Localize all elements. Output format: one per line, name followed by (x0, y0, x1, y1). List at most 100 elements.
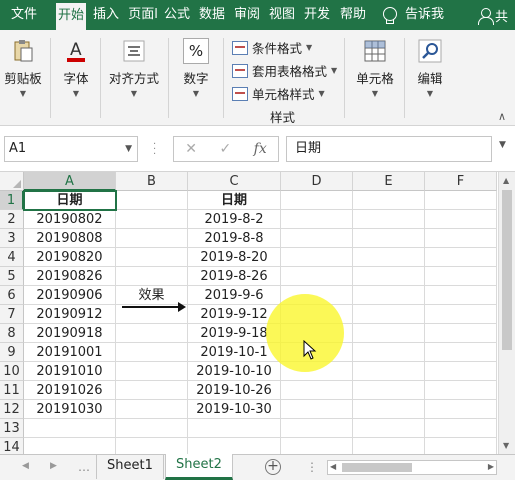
next-sheet-icon[interactable]: ▶ (50, 461, 57, 471)
cell-a1[interactable]: 日期 (23, 190, 117, 211)
conditional-format-button[interactable]: 条件格式 ▼ (232, 36, 337, 59)
cancel-icon[interactable]: ✕ (185, 141, 197, 157)
cell-a14[interactable] (24, 438, 116, 454)
share-button[interactable]: 共 (478, 0, 508, 30)
cell-c4[interactable]: 2019-8-20 (188, 248, 281, 267)
column-header-b[interactable]: B (116, 172, 188, 191)
tab-developer[interactable]: 开发 (301, 0, 333, 30)
cell-e13[interactable] (353, 419, 425, 438)
cell-a7[interactable]: 20190912 (24, 305, 116, 324)
row-header-4[interactable]: 4 (0, 248, 24, 267)
cell-e7[interactable] (353, 305, 425, 324)
horizontal-scroll-thumb[interactable] (342, 463, 412, 472)
cell-c3[interactable]: 2019-8-8 (188, 229, 281, 248)
more-sheets-icon[interactable]: … (78, 460, 90, 474)
cell-d14[interactable] (281, 438, 353, 454)
cell-e3[interactable] (353, 229, 425, 248)
row-header-2[interactable]: 2 (0, 210, 24, 229)
collapse-ribbon-icon[interactable]: ∧ (498, 110, 506, 123)
column-header-e[interactable]: E (353, 172, 425, 191)
tab-file[interactable]: 文件 (4, 0, 44, 30)
cell-c9[interactable]: 2019-10-1 (188, 343, 281, 362)
cell-e9[interactable] (353, 343, 425, 362)
cell-b5[interactable] (116, 267, 188, 286)
cell-b10[interactable] (116, 362, 188, 381)
cell-d13[interactable] (281, 419, 353, 438)
cell-f5[interactable] (425, 267, 497, 286)
cell-a6[interactable]: 20190906 (24, 286, 116, 305)
alignment-group[interactable]: 对齐方式 ▼ (108, 38, 160, 98)
cell-f9[interactable] (425, 343, 497, 362)
format-as-table-button[interactable]: 套用表格格式 ▼ (232, 59, 337, 82)
formula-input[interactable]: 日期 (286, 136, 492, 162)
row-header-13[interactable]: 13 (0, 419, 24, 438)
cell-e14[interactable] (353, 438, 425, 454)
cell-f2[interactable] (425, 210, 497, 229)
row-header-5[interactable]: 5 (0, 267, 24, 286)
cell-a11[interactable]: 20191026 (24, 381, 116, 400)
tab-formulas[interactable]: 公式 (162, 0, 192, 30)
cell-a8[interactable]: 20190918 (24, 324, 116, 343)
cell-b8[interactable] (116, 324, 188, 343)
cell-a13[interactable] (24, 419, 116, 438)
worksheet-grid[interactable]: A B C D E F 1 日期 日期 2 20190802 2019-8-2 3 20190808 201… (0, 172, 515, 454)
vertical-scroll-thumb[interactable] (502, 190, 512, 350)
cell-b1[interactable] (116, 191, 188, 210)
tab-help[interactable]: 帮助 (337, 0, 369, 30)
tell-me-search[interactable]: 告诉我 (383, 0, 444, 30)
cell-a4[interactable]: 20190820 (24, 248, 116, 267)
cell-b4[interactable] (116, 248, 188, 267)
row-header-12[interactable]: 12 (0, 400, 24, 419)
cell-e8[interactable] (353, 324, 425, 343)
cell-a10[interactable]: 20191010 (24, 362, 116, 381)
cell-e5[interactable] (353, 267, 425, 286)
font-group[interactable]: A 字体 ▼ (58, 38, 94, 98)
cell-f8[interactable] (425, 324, 497, 343)
scroll-left-icon[interactable]: ◀ (330, 462, 336, 471)
cell-c14[interactable] (188, 438, 281, 454)
cell-a3[interactable]: 20190808 (24, 229, 116, 248)
cell-d3[interactable] (281, 229, 353, 248)
row-header-7[interactable]: 7 (0, 305, 24, 324)
cell-f7[interactable] (425, 305, 497, 324)
cell-d4[interactable] (281, 248, 353, 267)
cell-d1[interactable] (281, 191, 353, 210)
tab-view[interactable]: 视图 (267, 0, 297, 30)
cell-b9[interactable] (116, 343, 188, 362)
select-all-button[interactable] (0, 172, 24, 191)
row-header-6[interactable]: 6 (0, 286, 24, 305)
more-icon[interactable]: ⋮ (306, 460, 318, 474)
column-header-a[interactable]: A (24, 172, 116, 191)
cell-c10[interactable]: 2019-10-10 (188, 362, 281, 381)
cell-e11[interactable] (353, 381, 425, 400)
cell-c12[interactable]: 2019-10-30 (188, 400, 281, 419)
insert-function-button[interactable]: fx (254, 141, 267, 157)
cell-f12[interactable] (425, 400, 497, 419)
cell-e12[interactable] (353, 400, 425, 419)
name-box[interactable]: A1 ▼ (4, 136, 138, 162)
prev-sheet-icon[interactable]: ◀ (22, 461, 29, 471)
row-header-10[interactable]: 10 (0, 362, 24, 381)
row-header-1[interactable]: 1 (0, 191, 24, 210)
cell-f13[interactable] (425, 419, 497, 438)
cell-e2[interactable] (353, 210, 425, 229)
horizontal-scrollbar[interactable]: ◀ ▶ (327, 460, 497, 475)
cell-c1[interactable]: 日期 (188, 191, 281, 210)
cell-f11[interactable] (425, 381, 497, 400)
cell-e6[interactable] (353, 286, 425, 305)
add-sheet-icon[interactable]: + (265, 459, 281, 475)
chevron-down-icon[interactable]: ▼ (499, 140, 506, 150)
clipboard-group[interactable]: 剪贴板 ▼ (4, 38, 42, 98)
cell-d5[interactable] (281, 267, 353, 286)
cell-a9[interactable]: 20191001 (24, 343, 116, 362)
row-header-14[interactable]: 14 (0, 438, 24, 454)
number-group[interactable]: % 数字 ▼ (178, 38, 214, 98)
cell-e4[interactable] (353, 248, 425, 267)
row-header-9[interactable]: 9 (0, 343, 24, 362)
cell-d2[interactable] (281, 210, 353, 229)
cell-b11[interactable] (116, 381, 188, 400)
cell-f6[interactable] (425, 286, 497, 305)
cell-f4[interactable] (425, 248, 497, 267)
cell-b12[interactable] (116, 400, 188, 419)
row-header-3[interactable]: 3 (0, 229, 24, 248)
